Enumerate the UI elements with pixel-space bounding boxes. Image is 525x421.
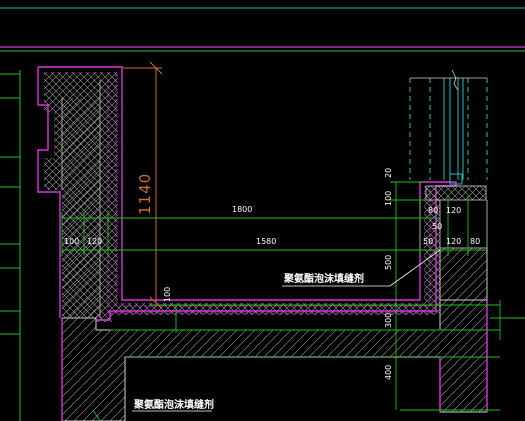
dimension-80-b: 80 (470, 237, 480, 246)
dimension-100-right: 100 (384, 191, 393, 206)
window-frame (409, 69, 488, 201)
dimension-120-b: 120 (446, 237, 461, 246)
note-coating-lower: 聚氨酯泡沫填缝剂 (133, 398, 214, 411)
concrete-structure (61, 299, 488, 421)
frame-lines (0, 7, 525, 52)
dimension-300: 300 (384, 313, 393, 328)
dimension-120-a: 120 (446, 206, 461, 215)
dimension-500: 500 (384, 255, 393, 270)
cad-drawing-canvas: 1140 1800 1580 100 120 100 20 100 500 30… (0, 7, 525, 421)
dimension-100-left: 100 (64, 237, 79, 246)
dimension-120-left: 120 (87, 237, 102, 246)
note-coating-upper: 聚氨酯泡沫填缝剂 (283, 272, 364, 285)
dimension-400: 400 (384, 365, 393, 380)
dimension-1800: 1800 (232, 205, 252, 214)
dimension-50-b: 50 (423, 237, 433, 246)
dimension-50-a: 50 (432, 222, 442, 231)
dimension-80-a: 80 (428, 206, 438, 215)
dimension-100-inner: 100 (163, 287, 172, 302)
insulation-layer (44, 72, 440, 322)
dimension-1140: 1140 (136, 173, 154, 215)
left-ticks (0, 73, 20, 335)
dimension-20: 20 (384, 168, 393, 178)
dimension-1580: 1580 (256, 237, 276, 246)
